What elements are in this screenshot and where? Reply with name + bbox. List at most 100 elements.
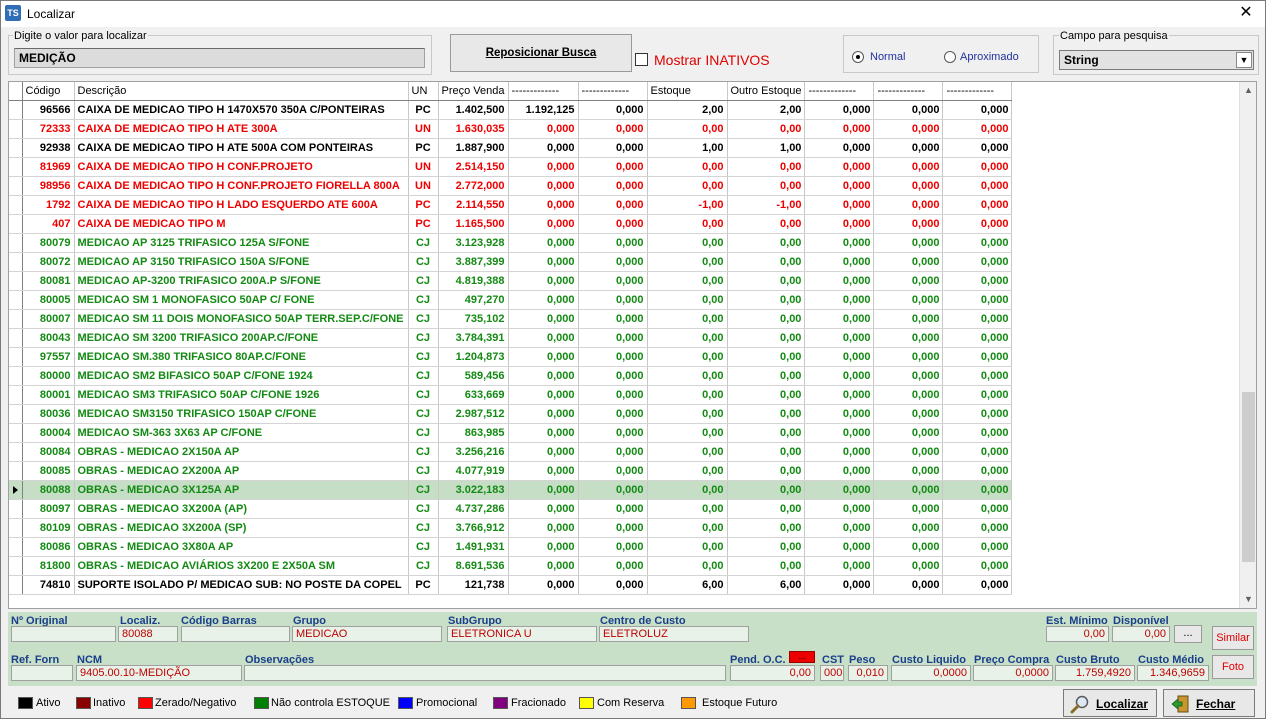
column-header[interactable]: Outro Estoque bbox=[727, 82, 806, 101]
table-cell[interactable]: 4.819,388 bbox=[438, 271, 509, 291]
table-cell[interactable]: 0,000 bbox=[804, 176, 875, 196]
table-cell[interactable]: 0,000 bbox=[578, 157, 648, 177]
row-indicator[interactable] bbox=[9, 271, 23, 291]
table-cell[interactable]: MEDICAO AP 3150 TRIFASICO 150A S/FONE bbox=[74, 252, 409, 272]
table-cell[interactable]: MEDICAO SM2 BIFASICO 50AP C/FONE 1924 bbox=[74, 366, 409, 386]
row-indicator[interactable] bbox=[9, 518, 23, 538]
table-cell[interactable]: 0,000 bbox=[942, 195, 1013, 215]
table-cell[interactable]: OBRAS - MEDICAO 3X125A AP bbox=[74, 480, 409, 500]
table-cell[interactable]: CAIXA DE MEDICAO TIPO H CONF.PROJETO bbox=[74, 157, 409, 177]
table-cell[interactable]: 80079 bbox=[22, 233, 75, 253]
table-cell[interactable]: 0,00 bbox=[727, 233, 806, 253]
fechar-button[interactable]: Fechar bbox=[1163, 689, 1255, 717]
table-cell[interactable]: 0,000 bbox=[873, 328, 944, 348]
table-cell[interactable]: -1,00 bbox=[647, 195, 728, 215]
table-cell[interactable]: 0,000 bbox=[804, 119, 875, 139]
table-cell[interactable]: 0,000 bbox=[578, 328, 648, 348]
table-row[interactable]: 80085 OBRAS - MEDICAO 2X200A AP CJ 4.077,91… bbox=[9, 461, 1013, 481]
table-cell[interactable]: 0,000 bbox=[578, 138, 648, 158]
table-cell[interactable]: 0,00 bbox=[727, 176, 806, 196]
table-cell[interactable]: 0,000 bbox=[508, 461, 579, 481]
table-cell[interactable]: 0,00 bbox=[647, 366, 728, 386]
table-cell[interactable]: 0,000 bbox=[942, 423, 1013, 443]
table-row[interactable]: 98956 CAIXA DE MEDICAO TIPO H CONF.PROJET… bbox=[9, 176, 1013, 196]
row-indicator[interactable] bbox=[9, 252, 23, 272]
table-cell[interactable]: CAIXA DE MEDICAO TIPO H CONF.PROJETO FIO… bbox=[74, 176, 409, 196]
table-cell[interactable]: 1,00 bbox=[647, 138, 728, 158]
table-cell[interactable]: CAIXA DE MEDICAO TIPO H 1470X570 350A C/… bbox=[74, 100, 409, 120]
row-indicator[interactable] bbox=[9, 442, 23, 462]
table-row[interactable]: 97557 MEDICAO SM.380 TRIFASICO 80AP.C/FON… bbox=[9, 347, 1013, 367]
table-cell[interactable]: 0,000 bbox=[804, 423, 875, 443]
table-cell[interactable]: 80097 bbox=[22, 499, 75, 519]
table-cell[interactable]: PC bbox=[408, 138, 439, 158]
table-cell[interactable]: 0,000 bbox=[508, 157, 579, 177]
table-cell[interactable]: CJ bbox=[408, 233, 439, 253]
scroll-down-icon[interactable]: ▼ bbox=[1240, 591, 1256, 608]
table-cell[interactable]: 80084 bbox=[22, 442, 75, 462]
table-cell[interactable]: CJ bbox=[408, 442, 439, 462]
table-cell[interactable]: 0,000 bbox=[804, 537, 875, 557]
table-cell[interactable]: 0,000 bbox=[578, 309, 648, 329]
close-icon[interactable]: ✕ bbox=[1235, 3, 1257, 25]
table-cell[interactable]: 0,000 bbox=[804, 461, 875, 481]
vertical-scrollbar[interactable]: ▲ ▼ bbox=[1239, 82, 1256, 608]
table-cell[interactable]: 0,000 bbox=[508, 499, 579, 519]
table-row[interactable]: 80084 OBRAS - MEDICAO 2X150A AP CJ 3.256,21… bbox=[9, 442, 1013, 462]
table-cell[interactable]: CJ bbox=[408, 290, 439, 310]
custo-bruto-field[interactable]: 1.759,4920 bbox=[1055, 665, 1135, 681]
table-cell[interactable]: 0,000 bbox=[942, 385, 1013, 405]
table-cell[interactable]: 0,000 bbox=[873, 366, 944, 386]
table-cell[interactable]: 97557 bbox=[22, 347, 75, 367]
table-cell[interactable]: 0,00 bbox=[727, 404, 806, 424]
table-cell[interactable]: 0,000 bbox=[873, 290, 944, 310]
table-cell[interactable]: 0,000 bbox=[942, 366, 1013, 386]
table-cell[interactable]: 74810 bbox=[22, 575, 75, 595]
table-cell[interactable]: 1.402,500 bbox=[438, 100, 509, 120]
row-indicator[interactable] bbox=[9, 214, 23, 234]
table-cell[interactable]: MEDICAO AP-3200 TRIFASICO 200A.P S/FONE bbox=[74, 271, 409, 291]
table-cell[interactable]: 0,00 bbox=[727, 252, 806, 272]
table-cell[interactable]: 0,00 bbox=[727, 556, 806, 576]
table-cell[interactable]: 0,000 bbox=[873, 442, 944, 462]
table-cell[interactable]: 0,000 bbox=[578, 537, 648, 557]
table-cell[interactable]: 0,000 bbox=[873, 233, 944, 253]
table-cell[interactable]: 0,000 bbox=[578, 499, 648, 519]
row-indicator[interactable] bbox=[9, 366, 23, 386]
table-cell[interactable]: 0,000 bbox=[508, 575, 579, 595]
column-header[interactable]: Estoque bbox=[647, 82, 728, 101]
column-header[interactable]: Descrição bbox=[74, 82, 409, 101]
table-cell[interactable]: 735,102 bbox=[438, 309, 509, 329]
table-cell[interactable]: 0,00 bbox=[727, 537, 806, 557]
table-cell[interactable]: 80043 bbox=[22, 328, 75, 348]
table-cell[interactable]: 0,00 bbox=[647, 252, 728, 272]
table-cell[interactable]: OBRAS - MEDICAO 3X200A (SP) bbox=[74, 518, 409, 538]
table-cell[interactable]: OBRAS - MEDICAO 2X150A AP bbox=[74, 442, 409, 462]
table-cell[interactable]: 0,000 bbox=[942, 556, 1013, 576]
table-cell[interactable]: 0,000 bbox=[578, 271, 648, 291]
table-cell[interactable]: 1.204,873 bbox=[438, 347, 509, 367]
table-cell[interactable]: 0,000 bbox=[508, 271, 579, 291]
table-cell[interactable]: 0,000 bbox=[508, 556, 579, 576]
table-row[interactable]: 72333 CAIXA DE MEDICAO TIPO H ATE 300A UN 1… bbox=[9, 119, 1013, 139]
table-cell[interactable]: 0,00 bbox=[727, 480, 806, 500]
table-cell[interactable]: 0,00 bbox=[727, 499, 806, 519]
table-cell[interactable]: 80004 bbox=[22, 423, 75, 443]
table-cell[interactable]: 0,000 bbox=[578, 176, 648, 196]
row-indicator[interactable] bbox=[9, 480, 23, 500]
radio-normal-label[interactable]: Normal bbox=[870, 51, 905, 63]
table-row[interactable]: 80036 MEDICAO SM3150 TRIFASICO 150AP C/FO… bbox=[9, 404, 1013, 424]
table-cell[interactable]: 0,000 bbox=[942, 214, 1013, 234]
cst-field[interactable]: 000 bbox=[820, 665, 844, 681]
table-cell[interactable]: MEDICAO SM 1 MONOFASICO 50AP C/ FONE bbox=[74, 290, 409, 310]
table-cell[interactable]: 0,000 bbox=[804, 347, 875, 367]
table-cell[interactable]: 0,000 bbox=[942, 157, 1013, 177]
table-cell[interactable]: CJ bbox=[408, 309, 439, 329]
table-cell[interactable]: 8.691,536 bbox=[438, 556, 509, 576]
table-cell[interactable]: CJ bbox=[408, 423, 439, 443]
table-cell[interactable]: 0,000 bbox=[804, 442, 875, 462]
table-cell[interactable]: 0,000 bbox=[873, 461, 944, 481]
table-cell[interactable]: 81800 bbox=[22, 556, 75, 576]
custo-liquido-field[interactable]: 0,0000 bbox=[891, 665, 971, 681]
row-indicator[interactable] bbox=[9, 119, 23, 139]
